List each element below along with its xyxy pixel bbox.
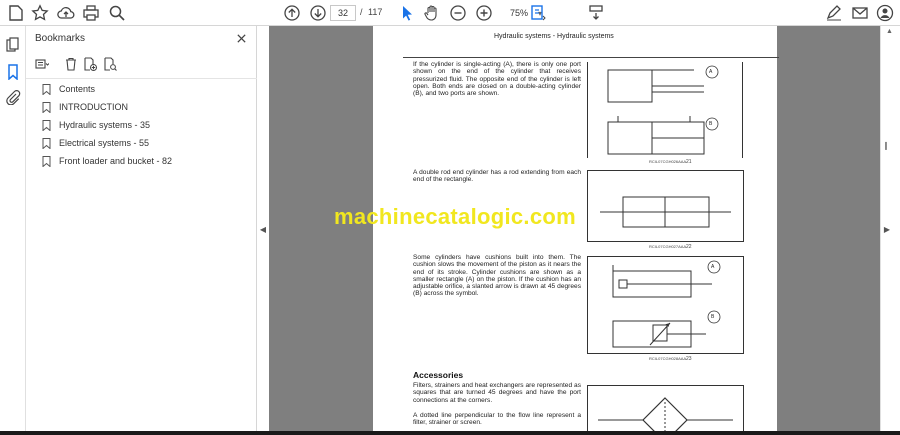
figure-label-b: B: [709, 121, 713, 127]
figure-cushion-cylinder: A B: [587, 256, 744, 354]
bookmark-icon: [42, 119, 52, 131]
figure-label-b: B: [711, 314, 715, 320]
figure-caption: RCIL07CGH026AAA: [649, 159, 687, 164]
collapse-right-panel-icon[interactable]: ▶: [883, 222, 891, 236]
toolbar: / 117 75% ▾: [0, 0, 900, 26]
bookmarks-divider: [26, 78, 257, 79]
bookmark-item-electrical-systems[interactable]: Electrical systems - 55: [42, 134, 172, 152]
print-icon[interactable]: [81, 3, 101, 23]
paragraph-single-acting: If the cylinder is single-acting (A), th…: [413, 61, 581, 98]
document-viewport[interactable]: Hydraulic systems - Hydraulic systems If…: [269, 26, 880, 435]
delete-bookmark-icon[interactable]: [63, 56, 79, 72]
scroll-up-icon[interactable]: ▲: [886, 28, 893, 35]
bookmarks-title: Bookmarks: [35, 33, 86, 44]
close-icon[interactable]: [234, 31, 248, 45]
bookmark-item-front-loader[interactable]: Front loader and bucket - 82: [42, 152, 172, 170]
section-heading-accessories: Accessories: [413, 370, 464, 380]
header-rule: [403, 57, 779, 58]
figure-filter-symbol: [587, 385, 744, 435]
zoom-in-icon[interactable]: [474, 3, 494, 23]
figure-number: 22: [686, 244, 692, 250]
figure-filter-drawing: [598, 397, 733, 435]
left-navigation-rail: [0, 26, 26, 435]
find-bookmark-icon[interactable]: [102, 56, 118, 72]
scroll-mode-icon[interactable]: [586, 3, 606, 23]
search-icon[interactable]: [107, 3, 127, 23]
total-pages: 117: [368, 7, 383, 17]
bookmark-label: Front loader and bucket - 82: [59, 156, 173, 166]
figure-cylinder-ports: A B: [587, 62, 743, 158]
page-header: Hydraulic systems - Hydraulic systems: [494, 33, 614, 40]
vertical-scrollbar-thumb[interactable]: ❙: [882, 138, 890, 152]
page-fit-icon[interactable]: [528, 3, 548, 23]
bookmark-list: Contents INTRODUCTION Hydraulic systems …: [42, 80, 172, 170]
figure-double-rod-drawing: [600, 196, 731, 228]
select-cursor-icon[interactable]: [397, 3, 417, 23]
page-thumbnails-icon[interactable]: [4, 36, 22, 54]
bookmark-label: INTRODUCTION: [59, 102, 128, 112]
sign-icon[interactable]: [824, 3, 844, 23]
paragraph-cushions: Some cylinders have cushions built into …: [413, 254, 581, 298]
figure-number: 23: [686, 356, 692, 362]
bookmark-panel-icon[interactable]: [4, 63, 22, 81]
figure-caption: RCIL07CGH027AAA: [649, 244, 687, 249]
bookmark-icon: [42, 155, 52, 167]
bottom-edge: [0, 431, 900, 435]
bookmark-icon: [42, 83, 52, 95]
figure-cushion-drawing: [612, 260, 721, 348]
star-icon[interactable]: [30, 3, 50, 23]
previous-page-icon[interactable]: [282, 3, 302, 23]
bookmark-item-introduction[interactable]: INTRODUCTION: [42, 98, 172, 116]
account-icon[interactable]: [875, 3, 895, 23]
figure-label-a: A: [709, 69, 713, 75]
paragraph-filters: Filters, strainers and heat exchangers a…: [413, 382, 581, 404]
bookmark-item-hydraulic-systems[interactable]: Hydraulic systems - 35: [42, 116, 172, 134]
hand-tool-icon[interactable]: [422, 3, 442, 23]
bookmark-item-contents[interactable]: Contents: [42, 80, 172, 98]
zoom-out-icon[interactable]: [448, 3, 468, 23]
cloud-upload-icon[interactable]: [56, 3, 76, 23]
page-separator: /: [360, 7, 363, 17]
bookmark-label: Hydraulic systems - 35: [59, 120, 151, 130]
bookmark-icon: [42, 137, 52, 149]
figure-double-rod-cylinder: [587, 170, 744, 242]
collapse-left-panel-icon[interactable]: ◀: [259, 222, 267, 236]
page-number-input[interactable]: [330, 5, 356, 21]
bookmark-label: Contents: [59, 84, 96, 94]
figure-cylinder-ports-drawing: [607, 65, 719, 155]
document-page: Hydraulic systems - Hydraulic systems If…: [373, 26, 779, 435]
bookmark-label: Electrical systems - 55: [59, 138, 150, 148]
figure-number: 21: [686, 159, 692, 165]
bookmark-icon: [42, 101, 52, 113]
watermark-text: machinecatalogic.com: [334, 204, 576, 229]
bookmarks-panel: Bookmarks Contents INTRODUCTION Hydrauli…: [26, 26, 257, 435]
figure-label-a: A: [711, 264, 715, 270]
figure-caption: RCIL07CGH028AAA: [649, 356, 687, 361]
paragraph-double-rod: A double rod end cylinder has a rod exte…: [413, 169, 581, 184]
home-icon[interactable]: [6, 3, 26, 23]
new-bookmark-icon[interactable]: [82, 56, 98, 72]
attachment-icon[interactable]: [4, 88, 22, 106]
bookmark-options-icon[interactable]: [34, 56, 50, 72]
zoom-value: 75%: [510, 8, 529, 18]
pdf-viewer-window: / 117 75% ▾: [0, 0, 900, 435]
next-page-icon[interactable]: [308, 3, 328, 23]
paragraph-dotted-line: A dotted line perpendicular to the flow …: [413, 412, 581, 427]
mail-icon[interactable]: [850, 3, 870, 23]
